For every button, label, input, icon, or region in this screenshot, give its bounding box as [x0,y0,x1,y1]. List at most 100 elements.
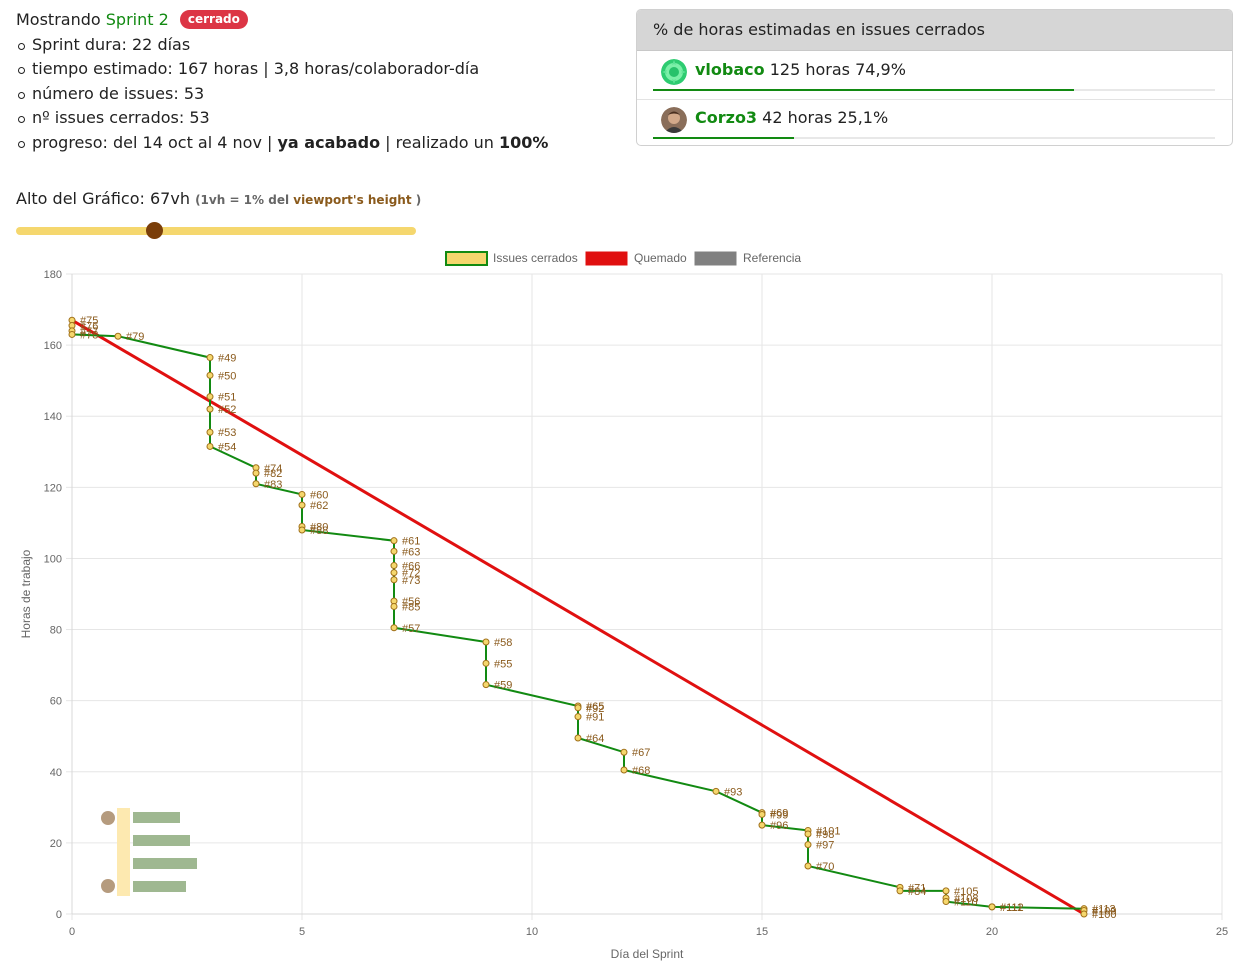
chart-axes: 0 20 40 60 80 100 120 140 160 180 0 5 10 15 20 25 Día de… [19,269,1228,961]
y-tick-label: 60 [50,696,62,708]
hint-viewport: viewport's height [293,193,412,207]
data-point [1080,910,1088,918]
point-label: #54 [218,441,236,453]
progress-finished: ya acabado [277,132,381,152]
x-tick-label: 0 [69,926,75,938]
estimated-hours-panel: % de horas estimadas en issues cerrados … [636,9,1233,146]
point-label: #64 [586,733,604,745]
collaborator-text: Corzo3 42 horas 25,1% [695,108,888,127]
data-point [206,442,214,450]
data-point [390,576,398,584]
chart-height-hint: (1vh = 1% del viewport's height ) [195,193,421,207]
point-label: #100 [1092,909,1116,921]
data-point [68,330,76,338]
y-tick-label: 100 [44,553,62,565]
estimated-time: tiempo estimado: 167 horas | 3,8 horas/c… [16,57,548,82]
chart-height-text: Alto del Gráfico: 67vh [16,189,190,208]
data-point [114,332,122,340]
progress-percent: 100% [499,132,549,152]
point-label: #49 [218,353,236,365]
data-point [758,810,766,818]
collaborator-stats: 125 horas 74,9% [769,60,906,79]
y-tick-label: 40 [50,767,62,779]
legend-swatch [585,251,628,266]
y-tick-label: 180 [44,269,62,281]
data-point [390,562,398,570]
share-bar [653,137,1215,139]
data-point [206,354,214,362]
sprint-progress: progreso: del 14 oct al 4 nov | ya acaba… [16,131,548,156]
x-tick-label: 15 [756,926,768,938]
point-label: #57 [402,623,420,635]
photo-avatar [661,107,687,133]
data-point [574,713,582,721]
collaborator-name[interactable]: Corzo3 [695,108,757,127]
sprint-duration: Sprint dura: 22 días [16,33,548,58]
chart-height-label: Alto del Gráfico: 67vh (1vh = 1% del vie… [16,189,421,208]
point-label: #63 [402,546,420,558]
burndown-chart: 0 20 40 60 80 100 120 140 160 180 0 5 10 15 20 25 Día de… [19,251,1228,961]
legend-label: Referencia [743,251,801,265]
x-axis-label: Día del Sprint [611,947,684,961]
showing-label: Mostrando [16,10,101,29]
collaborator-text: vlobaco 125 horas 74,9% [695,60,906,79]
data-point [574,704,582,712]
data-point [804,830,812,838]
status-badge: cerrado [179,10,248,29]
point-label: #93 [724,786,742,798]
data-point [482,638,490,646]
share-bar-fill [653,89,1074,91]
point-label: #73 [402,575,420,587]
y-tick-label: 20 [50,838,62,850]
share-bar [653,89,1215,91]
sprint-title-line: Mostrando Sprint 2 cerrado [16,8,548,33]
point-label: #91 [586,712,604,724]
point-label: #112 [1000,902,1024,914]
data-point [482,681,490,689]
data-point [390,624,398,632]
data-point [758,821,766,829]
chart-height-slider[interactable] [16,222,416,239]
y-tick-label: 80 [50,625,62,637]
slider-thumb[interactable] [146,222,163,239]
data-point [482,659,490,667]
data-point [942,887,950,895]
x-tick-label: 10 [526,926,538,938]
x-tick-label: 5 [299,926,305,938]
data-point [390,569,398,577]
data-point [206,371,214,379]
legend-label: Quemado [634,251,687,265]
progress-prefix: progreso: del 14 oct al 4 nov | [32,132,278,152]
point-label: #62 [310,500,328,512]
y-axis-label: Horas de trabajo [19,549,33,638]
data-point [206,393,214,401]
point-label: #84 [908,886,926,898]
collaborator-name[interactable]: vlobaco [695,60,765,79]
data-point [804,841,812,849]
point-label: #110 [954,897,978,909]
data-point [896,887,904,895]
x-tick-label: 25 [1216,926,1228,938]
legend-label: Issues cerrados [493,251,578,265]
sprint-summary: Mostrando Sprint 2 cerrado Sprint dura: … [16,8,548,155]
data-point [988,903,996,911]
point-label: #85 [402,601,420,613]
point-label: #55 [494,658,512,670]
y-tick-label: 0 [56,909,62,921]
collaborator-row[interactable]: vlobaco 125 horas 74,9% [653,51,1215,98]
point-label: #58 [494,637,512,649]
data-point [620,748,628,756]
collaborator-stats: 42 horas 25,1% [762,108,889,127]
sprint-name-link[interactable]: Sprint 2 [106,10,169,29]
y-tick-label: 140 [44,411,62,423]
point-label: #51 [218,392,236,404]
collaborator-row[interactable]: Corzo3 42 horas 25,1% [653,99,1215,145]
point-label: #83 [264,479,282,491]
data-point [298,490,306,498]
data-point [390,602,398,610]
point-label: #97 [816,840,834,852]
point-label: #50 [218,370,236,382]
point-label: #78 [80,329,98,341]
data-point [574,734,582,742]
x-tick-label: 20 [986,926,998,938]
